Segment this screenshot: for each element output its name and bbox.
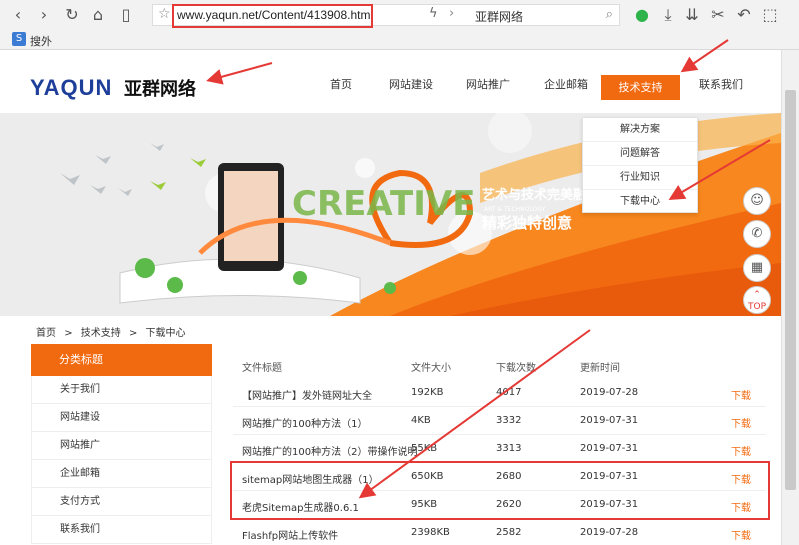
bookmark-icon[interactable]: ⇊ [682, 5, 702, 25]
logo-cn[interactable]: 亚群网络 [124, 75, 196, 101]
file-title[interactable]: Flashfp网站上传软件 [242, 527, 338, 542]
browser-chrome: ‹ › ↻ ⌂ ▯ ☆ www.yaqun.net/Content/413908… [0, 0, 799, 50]
file-size: 4KB [411, 415, 431, 426]
file-size: 55KB [411, 443, 438, 454]
breadcrumb-sep: > [128, 328, 138, 339]
souwai-icon[interactable]: S [12, 32, 26, 46]
file-title[interactable]: 【网站推广】发外链网址大全 [242, 387, 372, 402]
nav-web-promo[interactable]: 网站推广 [466, 76, 510, 92]
download-link[interactable]: 下载 [731, 527, 751, 542]
sidebar-item-payment[interactable]: 支付方式 [31, 488, 212, 516]
file-title[interactable]: 网站推广的100种方法（1） [242, 415, 367, 430]
col-header-title: 文件标题 [242, 363, 282, 374]
breadcrumb: 首页 > 技术支持 > 下载中心 [36, 324, 186, 339]
scrollbar-thumb[interactable] [785, 90, 796, 490]
browser-toolbar: ‹ › ↻ ⌂ ▯ ☆ www.yaqun.net/Content/413908… [0, 0, 799, 30]
file-size: 192KB [411, 387, 444, 398]
url-highlight-box [172, 4, 373, 28]
sidebar-item-about[interactable]: 关于我们 [31, 376, 212, 404]
download-count: 3332 [496, 415, 522, 426]
breadcrumb-home[interactable]: 首页 [36, 328, 56, 339]
nav-tech-support[interactable]: 技术支持 [601, 75, 680, 100]
phone-icon[interactable]: ✆ [743, 220, 771, 248]
top-label: TOP [747, 302, 766, 312]
banner-word: CREATIVE [292, 184, 475, 224]
nav-enterprise-mail[interactable]: 企业邮箱 [544, 76, 588, 92]
download-link[interactable]: 下载 [731, 387, 751, 402]
file-size: 2398KB [411, 527, 450, 538]
chevron-up-icon: ⌃ [753, 290, 761, 300]
sidebar-item-web-build[interactable]: 网站建设 [31, 404, 212, 432]
star-icon[interactable]: ☆ [158, 6, 171, 22]
bookmarks-bar: S 搜外 [0, 30, 799, 50]
bolt-icon[interactable]: ϟ [429, 6, 438, 21]
col-header-size: 文件大小 [411, 363, 451, 374]
banner-slogan1: 艺术与技术完美融 [482, 187, 586, 203]
sidebar-title: 分类标题 [31, 344, 212, 376]
search-icon[interactable]: ⌕ [606, 7, 613, 22]
breadcrumb-sep: > [64, 328, 73, 339]
back-to-top-button[interactable]: ⌃ TOP [743, 286, 771, 314]
dropdown-item-solutions[interactable]: 解决方案 [583, 118, 697, 142]
sidebar-item-contact[interactable]: 联系我们 [31, 516, 212, 544]
dropdown-item-industry[interactable]: 行业知识 [583, 166, 697, 190]
sidebar-item-web-promo[interactable]: 网站推广 [31, 432, 212, 460]
download-link[interactable]: 下载 [731, 443, 751, 458]
download-count: 3313 [496, 443, 522, 454]
home-icon[interactable]: ⌂ [88, 5, 108, 25]
tech-support-dropdown: 解决方案 问题解答 行业知识 下载中心 [582, 117, 698, 213]
undo-icon[interactable]: ↶ [734, 5, 754, 25]
chat-icon[interactable]: ☺ [743, 187, 771, 215]
chevron-right-icon[interactable]: › [449, 6, 454, 21]
bubble-icon [355, 158, 375, 178]
download-link[interactable]: 下载 [731, 415, 751, 430]
extension-icon[interactable]: ⬚ [760, 5, 780, 25]
page-title: 亚群网络 [475, 10, 524, 24]
bubble-icon [488, 113, 532, 153]
col-header-date: 更新时间 [580, 363, 620, 374]
col-header-count: 下载次数 [496, 363, 536, 374]
bookmark-souwai[interactable]: 搜外 [30, 33, 52, 49]
wechat-icon[interactable]: ● [632, 5, 652, 25]
nav-web-build[interactable]: 网站建设 [389, 76, 433, 92]
nav-home[interactable]: 首页 [330, 76, 352, 92]
table-row: 网站推广的100种方法（2）带操作说明 55KB 3313 2019-07-31… [233, 435, 766, 463]
update-date: 2019-07-28 [580, 527, 639, 538]
back-icon[interactable]: ‹ [8, 5, 28, 25]
banner-slogan-en: ART & TECHNOLOGY [484, 206, 546, 213]
scissors-icon[interactable]: ✂ [708, 5, 728, 25]
update-date: 2019-07-31 [580, 443, 639, 454]
logo-latin[interactable]: YAQUN [30, 75, 112, 101]
refresh-icon[interactable]: ↻ [62, 5, 82, 25]
download-count: 2582 [496, 527, 522, 538]
forward-icon[interactable]: › [34, 5, 54, 25]
table-row: 【网站推广】发外链网址大全 192KB 4017 2019-07-28 下载 [233, 379, 766, 407]
nav-contact[interactable]: 联系我们 [699, 76, 743, 92]
file-title[interactable]: 网站推广的100种方法（2）带操作说明 [242, 443, 417, 458]
breadcrumb-tech[interactable]: 技术支持 [81, 328, 121, 339]
reader-icon[interactable]: ▯ [116, 5, 136, 25]
dropdown-item-faq[interactable]: 问题解答 [583, 142, 697, 166]
qrcode-icon[interactable]: ▦ [743, 254, 771, 282]
table-row: 网站推广的100种方法（1） 4KB 3332 2019-07-31 下载 [233, 407, 766, 435]
download-icon[interactable]: ⤓ [658, 5, 678, 25]
rows-highlight-box [230, 461, 770, 520]
category-sidebar: 分类标题 关于我们 网站建设 网站推广 企业邮箱 支付方式 联系我们 [31, 344, 212, 545]
update-date: 2019-07-31 [580, 415, 639, 426]
dropdown-item-download[interactable]: 下载中心 [583, 190, 697, 214]
update-date: 2019-07-28 [580, 387, 639, 398]
breadcrumb-current: 下载中心 [145, 328, 186, 339]
page-scrollbar[interactable] [781, 50, 799, 545]
sidebar-item-mail[interactable]: 企业邮箱 [31, 460, 212, 488]
download-count: 4017 [496, 387, 522, 398]
table-row: Flashfp网站上传软件 2398KB 2582 2019-07-28 下载 [233, 519, 766, 545]
banner-slogan2: 精彩独特创意 [482, 214, 572, 232]
